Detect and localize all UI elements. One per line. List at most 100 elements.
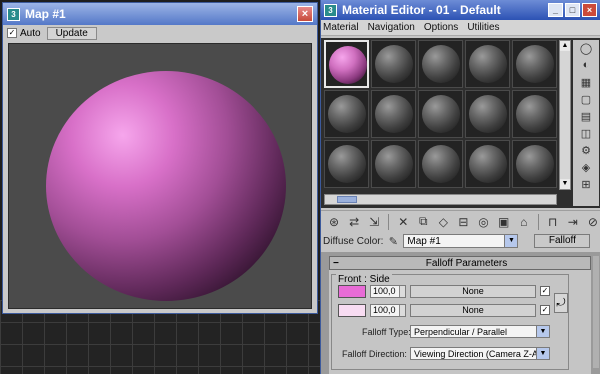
material-sphere — [469, 145, 507, 183]
chevron-down-icon[interactable]: ▼ — [536, 348, 549, 359]
falloff-direction-value: Viewing Direction (Camera Z-Axis) — [414, 348, 549, 359]
go-to-parent-icon[interactable]: ⊓ — [545, 213, 561, 230]
spinner-arrows-icon[interactable] — [399, 305, 405, 316]
swap-colors-button[interactable]: ⤾ — [554, 293, 568, 313]
menu-options[interactable]: Options — [424, 22, 458, 33]
eyedropper-icon[interactable]: ✎ — [387, 234, 399, 248]
front-map-button[interactable]: None — [410, 285, 536, 298]
close-button[interactable]: × — [297, 6, 313, 22]
material-sphere — [469, 45, 507, 83]
show-map-in-viewport-icon[interactable]: ▣ — [496, 213, 512, 230]
side-map-checkbox[interactable]: ✓ — [540, 305, 550, 315]
sample-slot[interactable] — [371, 90, 416, 138]
sample-slot[interactable] — [418, 40, 463, 88]
falloff-direction-dropdown[interactable]: Viewing Direction (Camera Z-Axis) ▼ — [410, 347, 550, 360]
chevron-down-icon[interactable]: ▼ — [504, 235, 518, 247]
sample-slot[interactable] — [371, 140, 416, 188]
material-editor-window: 3 Material Editor - 01 - Default _ □ × M… — [320, 0, 600, 374]
rollout-scrollbar[interactable] — [593, 256, 599, 368]
sample-slot[interactable] — [465, 40, 510, 88]
material-sphere — [375, 45, 413, 83]
side-amount-spinner[interactable]: 100,0 — [370, 304, 406, 317]
sample-slot[interactable] — [324, 140, 369, 188]
select-by-material-icon[interactable]: ◈ — [578, 160, 594, 174]
material-map-navigator-icon[interactable]: ⊞ — [578, 177, 594, 191]
close-button[interactable]: × — [582, 3, 597, 17]
sample-slot[interactable] — [465, 90, 510, 138]
group-label: Front : Side — [336, 274, 392, 285]
sample-slot[interactable] — [512, 90, 557, 138]
sample-slot[interactable] — [324, 90, 369, 138]
pick-material-icon[interactable]: ⊘ — [585, 213, 600, 230]
material-editor-titlebar[interactable]: 3 Material Editor - 01 - Default _ □ × — [321, 0, 600, 20]
menu-utilities[interactable]: Utilities — [467, 22, 499, 33]
go-forward-to-sibling-icon[interactable]: ⇥ — [565, 213, 581, 230]
menu-material[interactable]: Material — [323, 22, 359, 33]
app-icon: 3 — [7, 7, 20, 21]
sample-slot[interactable] — [418, 140, 463, 188]
falloff-type-dropdown[interactable]: Perpendicular / Parallel ▼ — [410, 325, 550, 338]
bottom-toolbar: ⊛ ⇄ ⇲ ✕ ⧉ ◇ ⊟ ◎ ▣ ⌂ ⊓ ⇥ ⊘ — [321, 210, 600, 232]
maximize-button[interactable]: □ — [565, 3, 580, 17]
sample-slots-area: ▲ ▼ — [321, 38, 600, 208]
material-id-channel-icon[interactable]: ◎ — [476, 213, 492, 230]
update-button[interactable]: Update — [46, 26, 97, 40]
video-color-check-icon[interactable]: ▤ — [578, 109, 594, 123]
backlight-icon[interactable]: ◐ — [578, 58, 594, 72]
put-material-to-scene-icon[interactable]: ⇄ — [346, 213, 362, 230]
front-color-swatch[interactable] — [338, 285, 366, 298]
sample-slot[interactable] — [512, 140, 557, 188]
sample-slot[interactable] — [512, 40, 557, 88]
sample-type-icon[interactable]: ◯ — [578, 41, 594, 55]
slots-vertical-scrollbar[interactable]: ▲ ▼ — [559, 40, 571, 190]
sample-slot-grid — [324, 40, 557, 188]
front-amount-spinner[interactable]: 100,0 — [370, 285, 406, 298]
material-sphere — [328, 95, 366, 133]
auto-checkbox[interactable]: ✓ — [7, 28, 17, 38]
map-name-dropdown[interactable]: Map #1 ▼ — [403, 234, 519, 248]
get-material-icon[interactable]: ⊛ — [326, 213, 342, 230]
map-preview-viewport — [8, 43, 312, 309]
side-amount-value: 100,0 — [373, 305, 396, 315]
sample-slot[interactable] — [324, 40, 369, 88]
material-sphere — [516, 95, 554, 133]
material-sphere — [516, 145, 554, 183]
preview-sphere — [46, 71, 286, 301]
spinner-arrows-icon[interactable] — [399, 286, 405, 297]
sample-uv-tiling-icon[interactable]: ▢ — [578, 92, 594, 106]
scrollbar-thumb[interactable] — [337, 196, 357, 203]
sample-slot[interactable] — [418, 90, 463, 138]
options-icon[interactable]: ⚙ — [578, 143, 594, 157]
put-to-library-icon[interactable]: ⊟ — [455, 213, 471, 230]
show-end-result-icon[interactable]: ⌂ — [516, 213, 532, 230]
minimize-button[interactable]: _ — [548, 3, 563, 17]
map-window-titlebar[interactable]: 3 Map #1 × — [3, 3, 317, 25]
slots-horizontal-scrollbar[interactable] — [324, 194, 557, 205]
make-preview-icon[interactable]: ◫ — [578, 126, 594, 140]
copy-material-icon[interactable]: ⧉ — [415, 213, 431, 230]
scroll-down-arrow-icon[interactable]: ▼ — [560, 179, 570, 189]
auto-label: Auto — [20, 27, 41, 39]
reset-map-icon[interactable]: ✕ — [395, 213, 411, 230]
app-icon: 3 — [324, 3, 337, 17]
sample-slot[interactable] — [371, 40, 416, 88]
map-window-toolbar: ✓ Auto Update — [3, 25, 317, 41]
menu-bar: Material Navigation Options Utilities — [321, 20, 600, 36]
scroll-up-arrow-icon[interactable]: ▲ — [560, 41, 570, 51]
material-sphere — [469, 95, 507, 133]
falloff-direction-label: Falloff Direction: — [342, 349, 407, 359]
map-type-button[interactable]: Falloff — [534, 234, 591, 248]
background-checker-icon[interactable]: ▦ — [578, 75, 594, 89]
rollout-panel: − Falloff Parameters Front : Side 100,0 … — [321, 252, 600, 374]
sample-slot[interactable] — [465, 140, 510, 188]
rollout-header[interactable]: − Falloff Parameters — [329, 256, 591, 270]
side-map-button[interactable]: None — [410, 304, 536, 317]
menu-navigation[interactable]: Navigation — [368, 22, 415, 33]
front-amount-value: 100,0 — [373, 286, 396, 296]
assign-material-icon[interactable]: ⇲ — [366, 213, 382, 230]
front-map-checkbox[interactable]: ✓ — [540, 286, 550, 296]
make-unique-icon[interactable]: ◇ — [435, 213, 451, 230]
toolbar-separator — [388, 213, 390, 230]
side-color-swatch[interactable] — [338, 304, 366, 317]
chevron-down-icon[interactable]: ▼ — [536, 326, 549, 337]
